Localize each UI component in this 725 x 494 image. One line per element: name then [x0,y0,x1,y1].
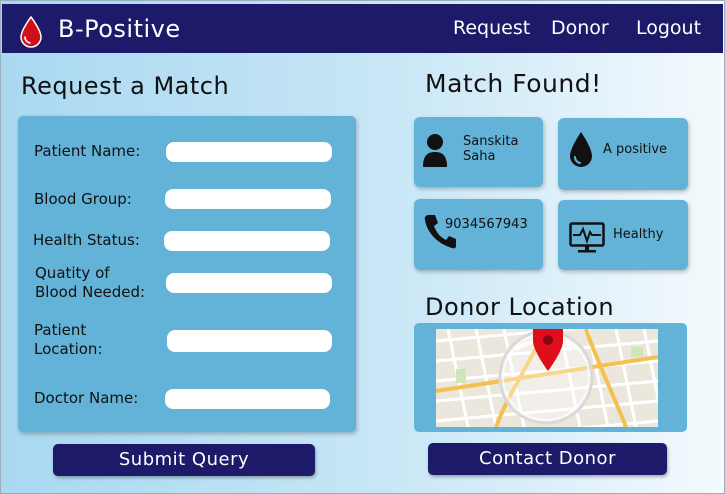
health-status-label: Health Status: [33,231,140,249]
donor-health: Healthy [613,227,664,242]
quantity-input[interactable] [166,273,332,293]
doctor-name-label: Doctor Name: [34,389,139,407]
donor-phone[interactable]: 9034567943 [445,217,528,232]
blood-drop-logo-icon [20,16,42,48]
donor-location-panel [414,323,687,432]
submit-query-button[interactable]: Submit Query [53,444,315,476]
patient-location-label-line2: Location: [34,340,103,358]
match-found-title: Match Found! [425,69,602,98]
nav-logout-link[interactable]: Logout [636,17,701,39]
phone-card: 9034567943 [414,199,543,270]
quantity-label-line2: Blood Needed: [35,283,146,301]
donor-location-title: Donor Location [425,293,615,321]
request-form-title: Request a Match [21,72,230,100]
blood-drop-icon [570,132,592,167]
health-card: Healthy [558,200,688,270]
quantity-label: Quatity of Blood Needed: [35,264,145,302]
nav-donor-link[interactable]: Donor [551,17,609,39]
donor-blood-group: A positive [603,142,668,157]
blood-group-label: Blood Group: [34,190,132,208]
donor-name: Sanskita Saha [463,134,518,164]
blood-group-card: A positive [558,118,688,190]
health-status-input[interactable] [164,231,330,251]
patient-location-label-line1: Patient [34,321,87,339]
patient-location-label: Patient Location: [34,321,103,359]
patient-name-input[interactable] [166,142,332,162]
brand-name: B-Positive [58,15,181,43]
patient-location-input[interactable] [167,330,332,352]
map-pin-icon [533,329,563,371]
top-navbar: B-Positive Request Donor Logout [2,4,723,53]
patient-name-label: Patient Name: [34,142,141,160]
person-icon [423,134,447,167]
donor-name-line1: Sanskita [463,134,519,149]
nav-request-link[interactable]: Request [453,17,530,39]
quantity-label-line1: Quatity of [35,264,110,282]
blood-group-input[interactable] [165,189,331,209]
request-form-panel: Patient Name: Blood Group: Health Status… [18,116,356,432]
doctor-name-input[interactable] [165,389,330,409]
donor-location-map[interactable] [436,329,658,427]
heart-monitor-icon [569,222,605,253]
donor-name-line2: Saha [463,149,496,164]
donor-name-card: Sanskita Saha [414,117,543,187]
contact-donor-button[interactable]: Contact Donor [428,443,667,475]
